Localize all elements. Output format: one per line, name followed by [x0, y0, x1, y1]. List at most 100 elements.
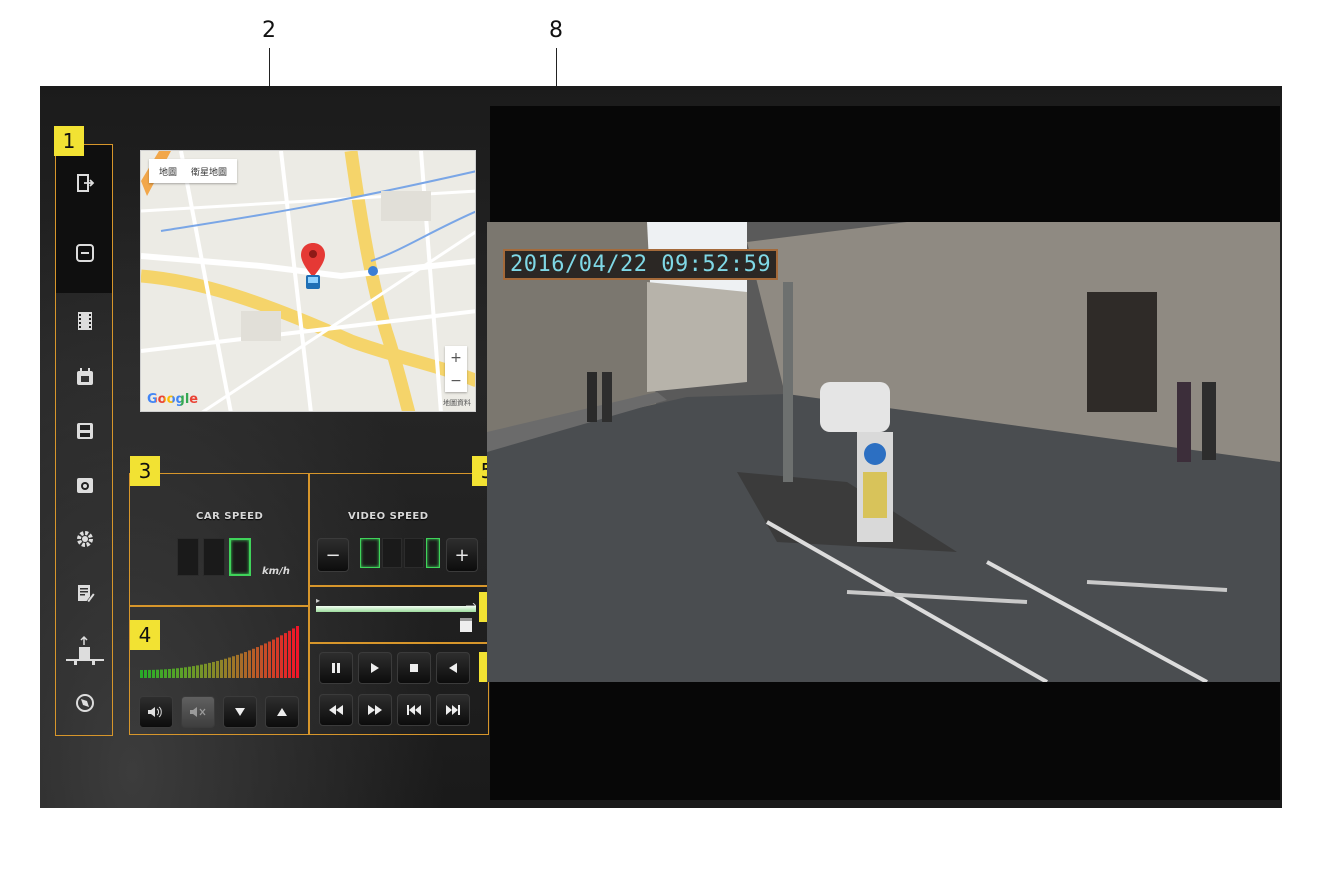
- car-speed-digit: [203, 538, 225, 576]
- volume-meter-bar: [244, 651, 247, 678]
- volume-meter-bar: [140, 670, 143, 678]
- volume-meter-bar: [232, 656, 235, 678]
- progress-marker-icon[interactable]: [460, 618, 472, 632]
- volume-meter-bar: [176, 668, 179, 678]
- mute-button[interactable]: [181, 696, 215, 728]
- gps-map[interactable]: 地圖 衛星地圖 + − Google 地圖資料: [140, 150, 476, 412]
- car-speed-digit: [177, 538, 199, 576]
- map-zoom-control: + −: [445, 346, 467, 392]
- video-speed-digit: [360, 538, 380, 568]
- volume-level-meter[interactable]: [140, 624, 300, 678]
- end-marker-icon: [466, 594, 477, 610]
- skip-next-button[interactable]: [436, 694, 470, 726]
- volume-meter-bar: [224, 658, 227, 678]
- fast-forward-icon: [368, 705, 382, 715]
- video-speed-digit: [382, 538, 402, 568]
- volume-meter-bar: [216, 660, 219, 678]
- playback-progress-fill: [316, 606, 476, 612]
- volume-up-icon: [277, 708, 287, 716]
- pause-button[interactable]: [319, 652, 353, 684]
- volume-meter-bar: [240, 653, 243, 678]
- stop-icon: [410, 664, 418, 672]
- volume-meter-bar: [160, 669, 163, 678]
- map-tab-map[interactable]: 地圖: [159, 165, 177, 178]
- video-speed-increase-button[interactable]: +: [446, 538, 478, 572]
- stop-button[interactable]: [397, 652, 431, 684]
- start-flag-icon: ▸: [316, 596, 321, 605]
- callout-3-badge: 3: [130, 456, 160, 486]
- volume-down-icon: [235, 708, 245, 716]
- film-icon[interactable]: [75, 311, 95, 331]
- compass-icon[interactable]: [75, 693, 95, 713]
- volume-meter-bar: [260, 645, 263, 678]
- volume-meter-bar: [228, 657, 231, 678]
- manual-figure: 2 8 1 地圖 衛星地圖 + − Google 地圖資料 3 4 CAR SP…: [0, 0, 1320, 894]
- volume-meter-bar: [248, 650, 251, 678]
- volume-meter-bar: [272, 639, 275, 678]
- mute-icon: [190, 707, 206, 717]
- snapshot-icon[interactable]: [75, 475, 95, 495]
- car-speed-title: CAR SPEED: [196, 511, 264, 522]
- playback-progress-bar[interactable]: [316, 606, 476, 612]
- volume-meter-bar: [180, 667, 183, 678]
- video-frame: [487, 222, 1280, 682]
- volume-up-button[interactable]: [265, 696, 299, 728]
- volume-icon: [148, 706, 162, 718]
- rewind-icon: [329, 705, 343, 715]
- volume-meter-bar: [276, 637, 279, 678]
- video-timestamp-overlay: 2016/04/22 09:52:59: [503, 249, 779, 280]
- volume-down-button[interactable]: [223, 696, 257, 728]
- skip-previous-button[interactable]: [397, 694, 431, 726]
- volume-meter-bar: [268, 641, 271, 678]
- video-speed-decrease-button[interactable]: −: [317, 538, 349, 572]
- volume-meter-bar: [212, 661, 215, 678]
- callout-1-badge: 1: [54, 126, 84, 156]
- gps-device-icon[interactable]: [66, 635, 104, 665]
- play-icon: [371, 663, 379, 673]
- calendar-icon[interactable]: [75, 367, 95, 387]
- settings-icon[interactable]: [75, 529, 95, 549]
- volume-meter-bar: [280, 635, 283, 678]
- location-pin-icon: [301, 243, 325, 289]
- player-window: 1 地圖 衛星地圖 + − Google 地圖資料 3 4 CAR SPEED …: [40, 86, 1282, 808]
- video-speed-digit: [426, 538, 440, 568]
- map-type-tabs[interactable]: 地圖 衛星地圖: [149, 159, 238, 183]
- step-back-button[interactable]: [436, 652, 470, 684]
- map-zoom-out-button[interactable]: −: [450, 373, 462, 389]
- volume-meter-bar: [192, 666, 195, 678]
- progress-panel: [309, 586, 489, 643]
- volume-meter-bar: [144, 669, 147, 678]
- exit-icon[interactable]: [75, 173, 95, 193]
- car-speed-digit: [229, 538, 251, 576]
- edit-icon[interactable]: [75, 583, 95, 603]
- volume-meter-bar: [204, 663, 207, 678]
- play-button[interactable]: [358, 652, 392, 684]
- volume-meter-bar: [168, 668, 171, 678]
- volume-meter-bar: [156, 669, 159, 678]
- map-zoom-in-button[interactable]: +: [450, 350, 462, 366]
- map-tab-satellite[interactable]: 衛星地圖: [191, 165, 227, 178]
- sidebar-toolbar: [55, 144, 113, 736]
- volume-meter-bar: [256, 647, 259, 678]
- google-logo: Google: [147, 392, 199, 407]
- video-speed-title: VIDEO SPEED: [348, 511, 429, 522]
- skip-previous-icon: [407, 705, 421, 715]
- volume-meter-bar: [188, 666, 191, 678]
- volume-meter-bar: [220, 659, 223, 678]
- fast-forward-button[interactable]: [358, 694, 392, 726]
- volume-meter-bar: [288, 630, 291, 678]
- volume-button[interactable]: [139, 696, 173, 728]
- save-icon[interactable]: [75, 421, 95, 441]
- rewind-button[interactable]: [319, 694, 353, 726]
- volume-meter-bar: [284, 633, 287, 678]
- callout-8-label: 8: [549, 18, 563, 43]
- volume-meter-bar: [292, 628, 295, 678]
- volume-meter-bar: [152, 669, 155, 678]
- volume-meter-bar: [200, 664, 203, 678]
- volume-meter-bar: [184, 667, 187, 678]
- minimize-icon[interactable]: [75, 243, 95, 263]
- pause-icon: [332, 663, 340, 673]
- callout-2-label: 2: [262, 18, 276, 43]
- volume-meter-bar: [208, 662, 211, 678]
- volume-meter-bar: [236, 654, 239, 678]
